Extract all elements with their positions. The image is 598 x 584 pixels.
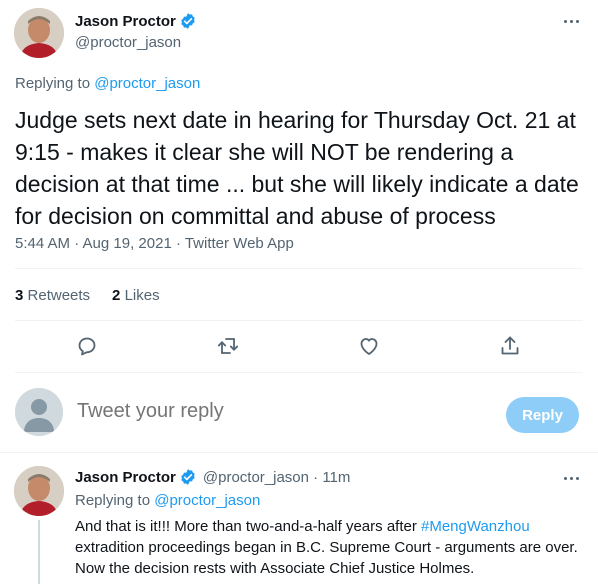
thread-line [38, 520, 40, 584]
reply-replying-prefix: Replying to [75, 492, 155, 509]
verified-icon [181, 469, 195, 485]
reply-replying-to-link[interactable]: @proctor_jason [154, 492, 260, 509]
reply-author-avatar-image [14, 466, 64, 516]
tweet-timestamp[interactable]: 5:44 AM · Aug 19, 2021 · Twitter Web App [15, 235, 294, 252]
replying-prefix: Replying to [15, 75, 95, 92]
tweet-stats: 3 Retweets 2 Likes [15, 287, 160, 304]
likes-label: Likes [124, 287, 160, 304]
author-name[interactable]: Jason Proctor [75, 13, 176, 30]
like-icon[interactable] [357, 334, 381, 358]
replying-to: Replying to @proctor_jason [15, 75, 200, 92]
reply-author-avatar[interactable] [14, 466, 64, 516]
retweets-count: 3 [15, 287, 24, 304]
verified-icon [181, 13, 195, 29]
reply-text-after: extradition proceedings began in B.C. Su… [75, 539, 578, 577]
reply-text-before: And that is it!!! More than two-and-a-ha… [75, 518, 421, 535]
divider [0, 452, 598, 453]
author-handle[interactable]: @proctor_jason [75, 34, 181, 51]
share-icon[interactable] [498, 334, 522, 358]
user-placeholder-icon [15, 388, 63, 436]
more-icon[interactable] [560, 467, 582, 489]
replying-to-link[interactable]: @proctor_jason [94, 75, 200, 92]
tweet-text: Judge sets next date in hearing for Thur… [15, 107, 579, 229]
divider [15, 372, 583, 373]
reply-tweet-text: And that is it!!! More than two-and-a-ha… [75, 516, 585, 579]
retweets-stat[interactable]: 3 Retweets [15, 287, 90, 304]
reply-input[interactable] [77, 400, 477, 423]
reply-button[interactable]: Reply [506, 397, 579, 433]
retweets-label: Retweets [27, 287, 91, 304]
retweet-icon[interactable] [216, 334, 240, 358]
likes-stat[interactable]: 2 Likes [112, 287, 160, 304]
more-icon[interactable] [560, 10, 582, 32]
likes-count: 2 [112, 287, 121, 304]
reply-author-name[interactable]: Jason Proctor [75, 469, 176, 486]
author-avatar[interactable] [14, 8, 64, 58]
reply-handle-time[interactable]: @proctor_jason · 11m [203, 469, 351, 486]
user-avatar [15, 388, 63, 436]
reply-icon[interactable] [75, 334, 99, 358]
divider [15, 268, 583, 269]
hashtag-link[interactable]: #MengWanzhou [421, 518, 530, 535]
reply-replying-to: Replying to @proctor_jason [75, 492, 260, 509]
author-avatar-image [14, 8, 64, 58]
divider [15, 320, 583, 321]
